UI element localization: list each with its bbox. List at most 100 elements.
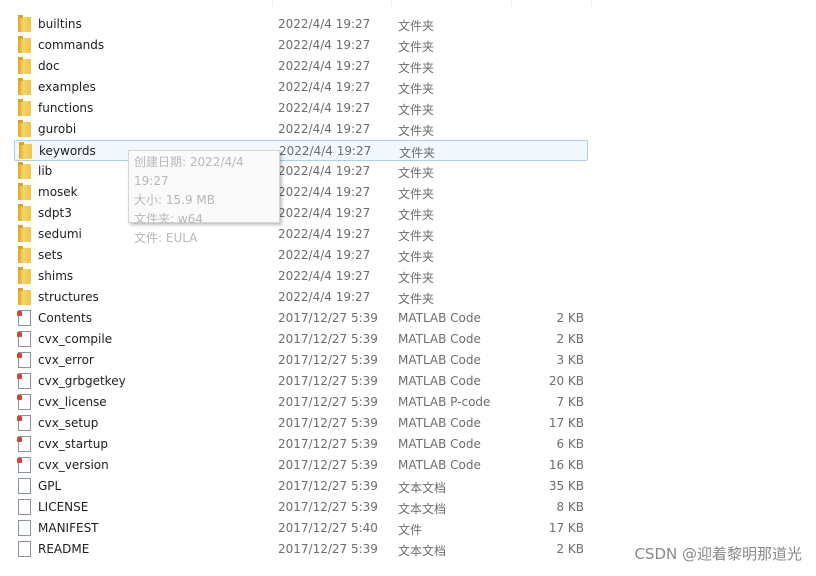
file-date: 2022/4/4 19:27 <box>278 59 371 73</box>
folder-icon <box>18 204 31 221</box>
file-row[interactable]: examples 2022/4/4 19:27 文件夹 <box>14 77 588 98</box>
file-name: README <box>38 542 90 556</box>
file-name: MANIFEST <box>38 521 99 535</box>
folder-icon <box>18 288 31 305</box>
file-row[interactable]: cvx_compile 2017/12/27 5:39 MATLAB Code … <box>14 329 588 350</box>
folder-icon <box>18 120 31 137</box>
tooltip-size: 大小: 15.9 MB <box>134 193 215 207</box>
file-type: 文件夹 <box>398 187 435 201</box>
file-row[interactable]: cvx_setup 2017/12/27 5:39 MATLAB Code 17… <box>14 413 588 434</box>
file-row[interactable]: functions 2022/4/4 19:27 文件夹 <box>14 98 588 119</box>
file-row[interactable]: sdpt3 2022/4/4 19:27 文件夹 <box>14 203 588 224</box>
file-row[interactable]: structures 2022/4/4 19:27 文件夹 <box>14 287 588 308</box>
file-type: 文件夹 <box>398 40 435 54</box>
folder-tooltip: 创建日期: 2022/4/4 19:27 大小: 15.9 MB 文件夹: w6… <box>128 150 280 245</box>
column-separator[interactable] <box>591 0 592 6</box>
file-size: 8 KB <box>556 500 584 514</box>
file-size: 7 KB <box>556 395 584 409</box>
file-size: 35 KB <box>548 479 584 493</box>
file-size: 16 KB <box>548 458 584 472</box>
file-date: 2017/12/27 5:39 <box>278 353 378 367</box>
file-row[interactable]: cvx_grbgetkey 2017/12/27 5:39 MATLAB Cod… <box>14 371 588 392</box>
column-separator[interactable] <box>511 0 512 6</box>
file-row[interactable]: cvx_error 2017/12/27 5:39 MATLAB Code 3 … <box>14 350 588 371</box>
file-name: builtins <box>38 17 82 31</box>
file-type: MATLAB Code <box>398 311 481 325</box>
file-name: sdpt3 <box>38 206 72 220</box>
file-type: 文件夹 <box>398 250 435 264</box>
file-date: 2022/4/4 19:27 <box>278 17 371 31</box>
file-row[interactable]: cvx_license 2017/12/27 5:39 MATLAB P-cod… <box>14 392 588 413</box>
file-type: 文本文档 <box>398 481 447 495</box>
file-row[interactable]: builtins 2022/4/4 19:27 文件夹 <box>14 14 588 35</box>
column-separator[interactable] <box>272 0 273 6</box>
file-row[interactable]: cvx_version 2017/12/27 5:39 MATLAB Code … <box>14 455 588 476</box>
file-name: shims <box>38 269 74 283</box>
file-name: mosek <box>38 185 78 199</box>
file-name: doc <box>38 59 60 73</box>
file-date: 2022/4/4 19:27 <box>279 144 372 158</box>
file-row[interactable]: LICENSE 2017/12/27 5:39 文本文档 8 KB <box>14 497 588 518</box>
column-separator[interactable] <box>391 0 392 6</box>
file-row[interactable]: MANIFEST 2017/12/27 5:40 文件 17 KB <box>14 518 588 539</box>
folder-icon <box>18 57 31 74</box>
file-date: 2017/12/27 5:39 <box>278 332 378 346</box>
file-size: 17 KB <box>548 521 584 535</box>
tooltip-created: 创建日期: 2022/4/4 19:27 <box>134 155 244 188</box>
file-type: MATLAB P-code <box>398 395 491 409</box>
file-row[interactable]: sets 2022/4/4 19:27 文件夹 <box>14 245 588 266</box>
file-name: GPL <box>38 479 62 493</box>
file-row[interactable]: sedumi 2022/4/4 19:27 文件夹 <box>14 224 588 245</box>
file-name: structures <box>38 290 99 304</box>
file-date: 2022/4/4 19:27 <box>278 80 371 94</box>
file-size: 2 KB <box>556 311 584 325</box>
file-row[interactable]: Contents 2017/12/27 5:39 MATLAB Code 2 K… <box>14 308 588 329</box>
file-date: 2022/4/4 19:27 <box>278 38 371 52</box>
file-date: 2017/12/27 5:39 <box>278 479 378 493</box>
file-type: MATLAB Code <box>398 374 481 388</box>
file-name: examples <box>38 80 96 94</box>
file-date: 2017/12/27 5:40 <box>278 521 378 535</box>
file-type: 文件夹 <box>398 229 435 243</box>
file-type: 文件夹 <box>398 61 435 75</box>
file-row[interactable]: doc 2022/4/4 19:27 文件夹 <box>14 56 588 77</box>
file-date: 2022/4/4 19:27 <box>278 227 371 241</box>
file-type: 文件夹 <box>398 271 435 285</box>
file-type: 文件夹 <box>398 208 435 222</box>
file-row[interactable]: lib 2022/4/4 19:27 文件夹 <box>14 161 588 182</box>
file-name: commands <box>38 38 105 52</box>
file-row[interactable]: mosek 2022/4/4 19:27 文件夹 <box>14 182 588 203</box>
file-date: 2022/4/4 19:27 <box>278 290 371 304</box>
file-row[interactable]: cvx_startup 2017/12/27 5:39 MATLAB Code … <box>14 434 588 455</box>
folder-icon <box>19 142 32 159</box>
matlab-file-icon <box>17 436 31 452</box>
file-name: cvx_setup <box>38 416 99 430</box>
tooltip-folders: 文件夹: w64 <box>134 212 203 226</box>
file-date: 2017/12/27 5:39 <box>278 500 378 514</box>
text-file-icon <box>18 478 31 494</box>
file-type: 文件夹 <box>398 124 435 138</box>
file-type: MATLAB Code <box>398 437 481 451</box>
file-size: 2 KB <box>556 332 584 346</box>
folder-icon <box>18 78 31 95</box>
file-row[interactable]: GPL 2017/12/27 5:39 文本文档 35 KB <box>14 476 588 497</box>
file-row[interactable]: README 2017/12/27 5:39 文本文档 2 KB <box>14 539 588 560</box>
file-row[interactable]: keywords 2022/4/4 19:27 文件夹 <box>14 140 588 161</box>
file-name: LICENSE <box>38 500 89 514</box>
file-row[interactable]: shims 2022/4/4 19:27 文件夹 <box>14 266 588 287</box>
file-size: 3 KB <box>556 353 584 367</box>
file-date: 2022/4/4 19:27 <box>278 101 371 115</box>
file-name: sets <box>38 248 63 262</box>
file-name: lib <box>38 164 53 178</box>
file-name: gurobi <box>38 122 77 136</box>
file-date: 2017/12/27 5:39 <box>278 437 378 451</box>
file-type: 文件夹 <box>398 166 435 180</box>
file-type: 文件 <box>398 523 423 537</box>
file-row[interactable]: commands 2022/4/4 19:27 文件夹 <box>14 35 588 56</box>
file-date: 2022/4/4 19:27 <box>278 164 371 178</box>
file-row[interactable]: gurobi 2022/4/4 19:27 文件夹 <box>14 119 588 140</box>
file-name: functions <box>38 101 94 115</box>
tooltip-files: 文件: EULA <box>134 231 198 245</box>
file-date: 2022/4/4 19:27 <box>278 185 371 199</box>
file-name: Contents <box>38 311 92 325</box>
